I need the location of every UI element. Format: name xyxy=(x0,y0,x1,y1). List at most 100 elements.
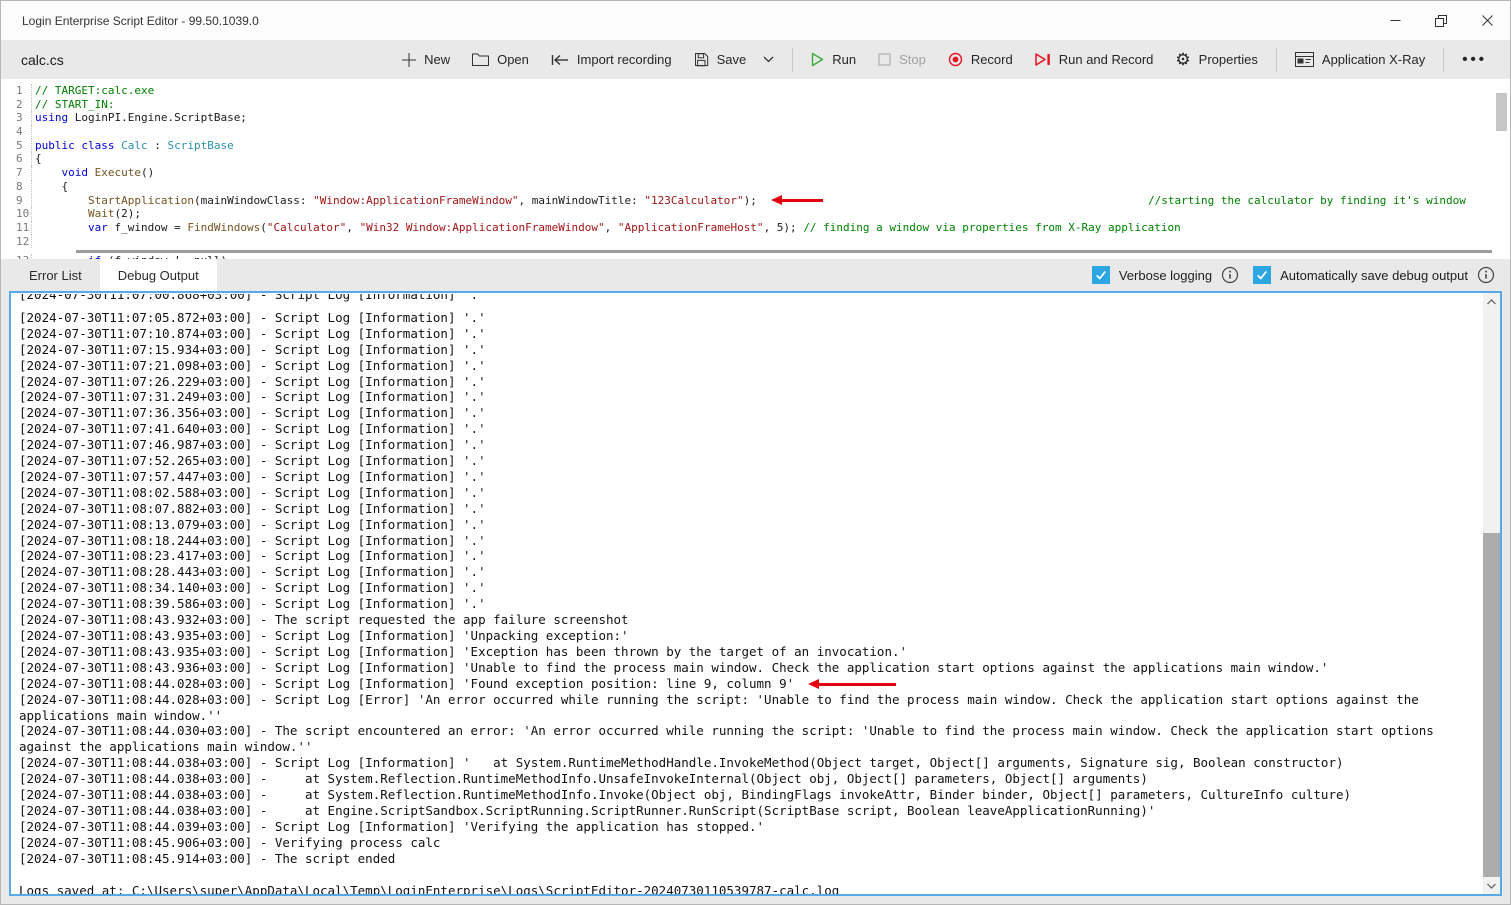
properties-button[interactable]: ⚙ Properties xyxy=(1164,46,1269,73)
log-vertical-scrollbar[interactable] xyxy=(1483,293,1500,894)
log-line: [2024-07-30T11:08:43.932+03:00] - The sc… xyxy=(19,612,1483,628)
tab-error-list[interactable]: Error List xyxy=(11,259,100,291)
scroll-down-icon[interactable] xyxy=(1483,877,1500,894)
verbose-logging-checkbox[interactable] xyxy=(1092,266,1110,284)
log-line: [2024-07-30T11:08:44.039+03:00] - Script… xyxy=(19,819,1483,835)
application-xray-button[interactable]: Application X-Ray xyxy=(1284,46,1436,73)
record-button[interactable]: Record xyxy=(937,46,1024,73)
log-line: [2024-07-30T11:08:13.079+03:00] - Script… xyxy=(19,517,1483,533)
log-line: [2024-07-30T11:07:26.229+03:00] - Script… xyxy=(19,374,1483,390)
toolbar: calc.cs New Open Import recording Save R… xyxy=(1,40,1510,79)
log-line: [2024-07-30T11:07:41.640+03:00] - Script… xyxy=(19,421,1483,437)
script-editor-window: { "window": { "title": "Login Enterprise… xyxy=(0,0,1511,905)
import-recording-button[interactable]: Import recording xyxy=(540,46,683,73)
minimize-button[interactable] xyxy=(1372,1,1418,40)
line-number: 1 xyxy=(1,84,31,98)
gear-icon: ⚙ xyxy=(1175,52,1190,67)
editor-scroll-thumb[interactable] xyxy=(1496,93,1507,131)
open-button[interactable]: Open xyxy=(461,46,540,73)
new-button[interactable]: New xyxy=(391,46,461,73)
log-line: [2024-07-30T11:07:52.265+03:00] - Script… xyxy=(19,453,1483,469)
save-dropdown-button[interactable] xyxy=(757,50,785,69)
restore-button[interactable] xyxy=(1418,1,1464,40)
check-icon xyxy=(1094,268,1108,282)
code-tail-comment: //starting the calculator by finding it'… xyxy=(1148,194,1466,208)
folder-icon xyxy=(472,53,489,66)
debug-options: Verbose logging Automatically save debug… xyxy=(1092,259,1510,291)
stop-button[interactable]: Stop xyxy=(867,46,937,73)
line-number: 4 xyxy=(1,125,31,139)
line-number: 13 xyxy=(1,254,31,259)
line-number: 9 xyxy=(1,194,31,208)
line-number: 10 xyxy=(1,207,31,221)
code-line: 3using LoginPI.Engine.ScriptBase; xyxy=(1,111,1510,125)
log-line: [2024-07-30T11:08:23.417+03:00] - Script… xyxy=(19,548,1483,564)
log-line xyxy=(19,867,1483,883)
line-number: 6 xyxy=(1,152,31,166)
run-record-icon xyxy=(1035,52,1051,67)
stop-square-icon xyxy=(878,53,891,66)
more-button[interactable]: ••• xyxy=(1451,45,1498,74)
tab-debug-output[interactable]: Debug Output xyxy=(100,259,217,291)
scroll-up-icon[interactable] xyxy=(1483,293,1500,310)
info-icon[interactable] xyxy=(1221,266,1239,284)
line-number: 3 xyxy=(1,111,31,125)
lower-pane-tabstrip: Error List Debug Output Verbose logging … xyxy=(1,259,1510,291)
code-partial-line: 13 if (f_window != null) xyxy=(1,254,1510,259)
log-line: [2024-07-30T11:07:46.987+03:00] - Script… xyxy=(19,437,1483,453)
line-number: 5 xyxy=(1,139,31,153)
log-line: [2024-07-30T11:08:44.028+03:00] - Script… xyxy=(19,692,1483,724)
log-line: [2024-07-30T11:08:39.586+03:00] - Script… xyxy=(19,596,1483,612)
log-line: [2024-07-30T11:08:18.244+03:00] - Script… xyxy=(19,533,1483,549)
log-line: [2024-07-30T11:08:45.906+03:00] - Verify… xyxy=(19,835,1483,851)
log-line: [2024-07-30T11:08:02.588+03:00] - Script… xyxy=(19,485,1483,501)
code-line: 10 Wait(2); xyxy=(1,207,1510,221)
window-title: Login Enterprise Script Editor - 99.50.1… xyxy=(22,14,259,28)
log-line: [2024-07-30T11:08:45.914+03:00] - The sc… xyxy=(19,851,1483,867)
line-number: 11 xyxy=(1,221,31,235)
close-button[interactable] xyxy=(1464,1,1510,40)
debug-log-text: [2024-07-30T11:07:00.868+03:00] - Script… xyxy=(11,294,1483,894)
log-line: [2024-07-30T11:08:44.038+03:00] - at Sys… xyxy=(19,787,1483,803)
info-icon[interactable] xyxy=(1477,266,1495,284)
editor-vertical-scrollbar[interactable] xyxy=(1496,93,1507,253)
code-line: 13 if (f_window != null) xyxy=(1,254,1510,259)
ellipsis-icon: ••• xyxy=(1462,51,1487,68)
log-line: [2024-07-30T11:08:43.935+03:00] - Script… xyxy=(19,628,1483,644)
debug-output-panel[interactable]: [2024-07-30T11:07:00.868+03:00] - Script… xyxy=(9,291,1502,896)
line-number: 7 xyxy=(1,166,31,180)
log-line: [2024-07-30T11:08:44.038+03:00] - at Eng… xyxy=(19,803,1483,819)
minimize-icon xyxy=(1390,15,1401,26)
log-scroll-thumb[interactable] xyxy=(1483,533,1500,877)
line-number: 12 xyxy=(1,235,31,249)
log-line: [2024-07-30T11:08:44.038+03:00] - Script… xyxy=(19,755,1483,771)
log-line: [2024-07-30T11:07:21.098+03:00] - Script… xyxy=(19,358,1483,374)
editor-horizontal-scrollbar[interactable] xyxy=(76,250,1492,253)
code-line: 11 var f_window = FindWindows("Calculato… xyxy=(1,221,1510,235)
code-line: 1// TARGET:calc.exe xyxy=(1,84,1510,98)
toolbar-actions: New Open Import recording Save Run Stop xyxy=(391,45,1498,74)
save-button[interactable]: Save xyxy=(683,46,758,73)
log-line: [2024-07-30T11:08:34.140+03:00] - Script… xyxy=(19,580,1483,596)
log-line: [2024-07-30T11:07:31.249+03:00] - Script… xyxy=(19,389,1483,405)
log-line: [2024-07-30T11:07:10.874+03:00] - Script… xyxy=(19,326,1483,342)
code-lines: 1// TARGET:calc.exe2// START_IN:3using L… xyxy=(1,79,1510,248)
log-line: [2024-07-30T11:08:44.030+03:00] - The sc… xyxy=(19,723,1483,755)
autosave-debug-checkbox[interactable] xyxy=(1253,266,1271,284)
log-line: [2024-07-30T11:07:57.447+03:00] - Script… xyxy=(19,469,1483,485)
run-play-icon xyxy=(811,52,824,67)
code-line: 9 StartApplication(mainWindowClass: "Win… xyxy=(1,194,1510,208)
code-line: 12 xyxy=(1,235,1510,249)
run-button[interactable]: Run xyxy=(800,46,867,73)
save-icon xyxy=(694,52,709,67)
run-and-record-button[interactable]: Run and Record xyxy=(1024,46,1165,73)
log-line: [2024-07-30T11:07:05.872+03:00] - Script… xyxy=(19,310,1483,326)
import-arrow-icon xyxy=(551,54,569,66)
log-line-partial: [2024-07-30T11:07:00.868+03:00] - Script… xyxy=(19,294,1483,310)
code-editor[interactable]: 1// TARGET:calc.exe2// START_IN:3using L… xyxy=(1,79,1510,259)
plus-icon xyxy=(402,53,416,67)
code-line: 5public class Calc : ScriptBase xyxy=(1,139,1510,153)
log-line: [2024-07-30T11:07:36.356+03:00] - Script… xyxy=(19,405,1483,421)
line-number: 2 xyxy=(1,98,31,112)
code-line: 6{ xyxy=(1,152,1510,166)
